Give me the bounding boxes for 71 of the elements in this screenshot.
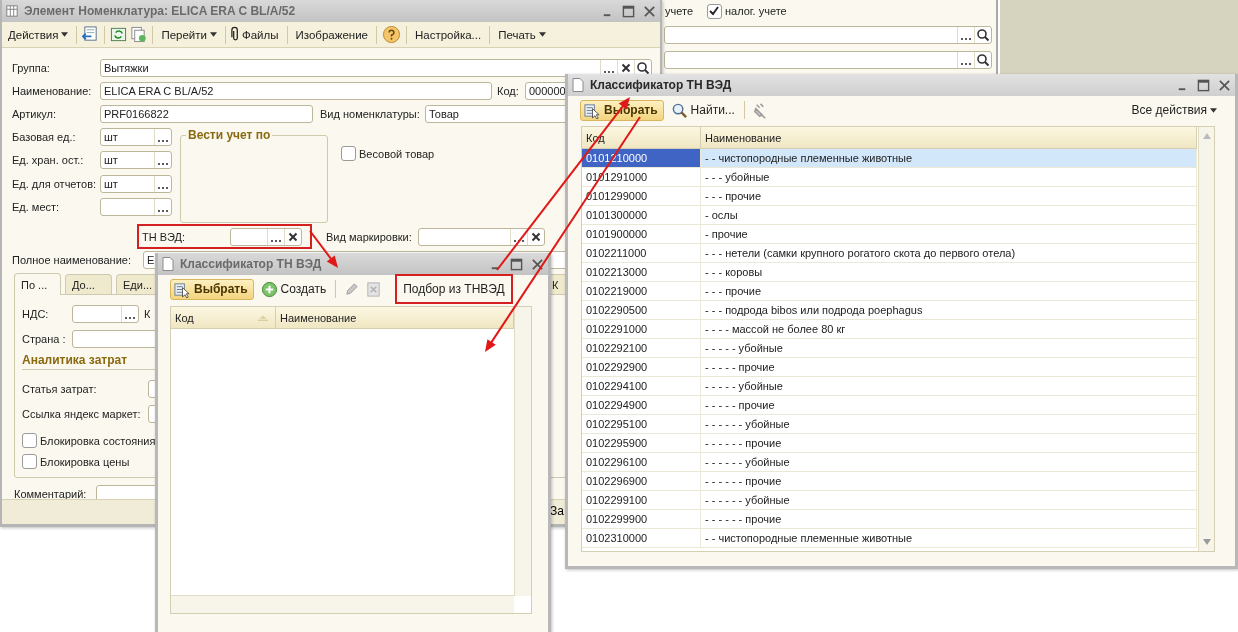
table-cell: - - чистопородные племенные животные [701,149,1197,167]
table-cell: 0102294900 [582,396,701,414]
table-cell: - - - прочие [701,187,1197,205]
field-label: Код: [497,84,520,97]
window-title: Элемент Номенклатура: ELICA ERA C BL/A/52 [24,4,297,18]
field-label: Ссылка яндекс маркет: [22,407,142,420]
table-cell: 0102294100 [582,377,701,395]
table-cell: - - - коровы [701,263,1197,281]
table-cell: - ослы [701,206,1197,224]
field-value: Вытяжки [103,61,149,74]
table-cell: 0102295900 [582,434,701,452]
field-value: шт [103,177,118,190]
field-value: Товар [428,107,459,120]
window-title: Классификатор ТН ВЭД [590,78,733,92]
field-value: шт [103,154,118,167]
field-label: Вид номенклатуры: [320,107,421,120]
table-cell: 0102211000 [582,244,701,262]
field-label: Наименование: [12,84,93,97]
table-cell: - - - - - убойные [701,377,1197,395]
table-cell: 0102291000 [582,320,701,338]
table-cell: 0102213000 [582,263,701,281]
field-label: Страна : [22,332,67,345]
group-title: Вести учет по [186,128,273,142]
table-cell: 0102292900 [582,358,701,376]
table-cell: 0102292100 [582,339,701,357]
field-label: Вид маркировки: [326,230,413,243]
table-cell: - прочие [701,225,1197,243]
field-label: НДС: [22,307,50,320]
table-cell: - - - - - - убойные [701,491,1197,509]
table-cell: - - - - - - убойные [701,415,1197,433]
table-cell: - - - - - убойные [701,339,1197,357]
table-cell: 0102296100 [582,453,701,471]
table-cell: - - - - массой не более 80 кг [701,320,1197,338]
field-value: ELICA ERA C BL/A/52 [103,84,214,97]
field-label: Комментарий: [14,487,88,500]
table-cell: - - - убойные [701,168,1197,186]
table-cell: - - - - - - прочие [701,434,1197,452]
table-cell: - - чистопородные племенные животные [701,529,1197,547]
window-title: Классификатор ТН ВЭД [180,257,323,271]
field-label: ТН ВЭД: [142,230,187,243]
field-label: Ед. хран. ост.: [12,154,85,167]
table-cell: - - - - - прочие [701,396,1197,414]
table-cell: - - - прочие [701,282,1197,300]
field-label: Базовая ед.: [12,130,77,143]
field-label: К [144,307,151,320]
field-value: 000000 [528,84,566,97]
field-label: Статья затрат: [22,382,98,395]
table-cell: 0102299100 [582,491,701,509]
table-cell: - - - - - прочие [701,358,1197,376]
field-value: PRF0166822 [103,107,169,120]
table-cell: - - - подрода bibos или подрода poephagus [701,301,1197,319]
field-label: Ед. для отчетов: [12,177,98,190]
table-cell: 0102310000 [582,529,701,547]
table-cell: 0101300000 [582,206,701,224]
table-cell: 0102299900 [582,510,701,528]
table-cell: 0102219000 [582,282,701,300]
table-cell: 0102290500 [582,301,701,319]
table-cell: 0101900000 [582,225,701,243]
field-label: Полное наименование: [12,253,132,266]
table-cell: - - - нетели (самки крупного рогатого скота до первого отела) [701,244,1197,262]
field-label: Группа: [12,61,51,74]
field-value: шт [103,130,118,143]
table-cell: - - - - - - убойные [701,453,1197,471]
field-label: Артикул: [12,107,58,120]
table-cell: - - - - - - прочие [701,510,1197,528]
table-cell: 0102296900 [582,472,701,490]
checkbox-label: учете [665,5,693,17]
table-cell: 0102295100 [582,415,701,433]
field-value: E [146,253,155,266]
table-cell: - - - - - - прочие [701,472,1197,490]
field-label: Ед. мест: [12,201,61,214]
